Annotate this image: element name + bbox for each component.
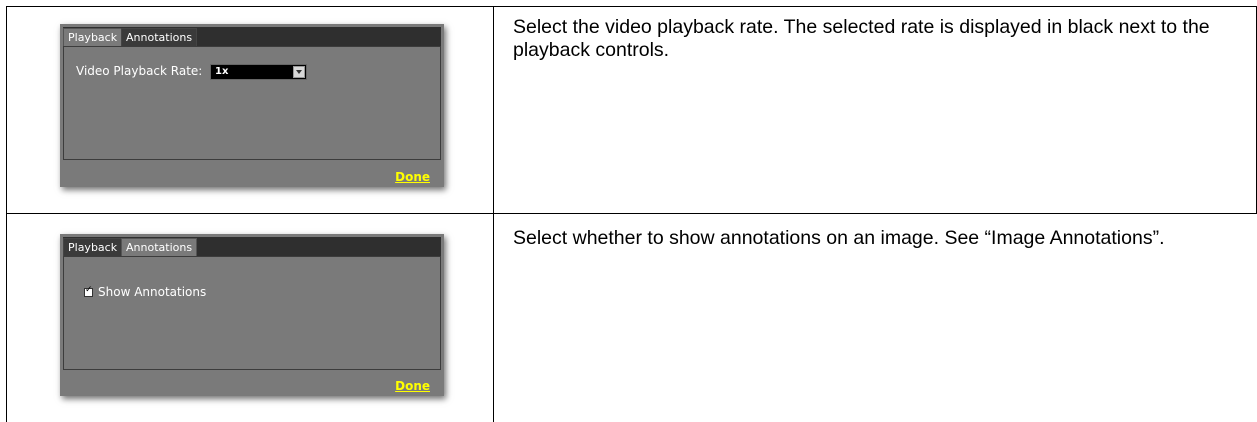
description-text: Select whether to show annotations on an… bbox=[513, 227, 1165, 249]
done-button[interactable]: Done bbox=[395, 379, 430, 393]
playback-rate-value: 1x bbox=[215, 66, 229, 77]
tab-playback[interactable]: Playback bbox=[63, 28, 123, 46]
done-button[interactable]: Done bbox=[395, 170, 430, 184]
show-annotations-label: Show Annotations bbox=[98, 285, 207, 299]
table-border-top bbox=[6, 6, 1257, 7]
table-row-divider bbox=[6, 213, 1257, 214]
annotations-settings-panel: Playback Annotations Show Annotations Do… bbox=[60, 234, 444, 396]
playback-settings-panel: Playback Annotations Video Playback Rate… bbox=[60, 24, 444, 187]
tab-content: Video Playback Rate: 1x bbox=[63, 46, 441, 160]
description-text: Select the video playback rate. The sele… bbox=[513, 16, 1210, 61]
chevron-down-icon[interactable] bbox=[293, 66, 305, 78]
playback-rate-label: Video Playback Rate: bbox=[76, 64, 203, 78]
document-table: Playback Annotations Video Playback Rate… bbox=[6, 6, 1257, 422]
playback-rate-select[interactable]: 1x bbox=[210, 64, 307, 80]
table-column-divider bbox=[493, 6, 494, 422]
tab-content: Show Annotations bbox=[63, 256, 441, 370]
tab-annotations[interactable]: Annotations bbox=[121, 28, 198, 46]
table-border-left bbox=[6, 6, 7, 422]
tab-strip: Playback Annotations bbox=[63, 237, 441, 256]
tab-playback[interactable]: Playback bbox=[63, 238, 123, 256]
show-annotations-checkbox[interactable] bbox=[84, 285, 93, 297]
tab-strip: Playback Annotations bbox=[63, 27, 441, 46]
show-annotations-option[interactable]: Show Annotations bbox=[84, 285, 206, 299]
tab-annotations[interactable]: Annotations bbox=[121, 238, 198, 256]
